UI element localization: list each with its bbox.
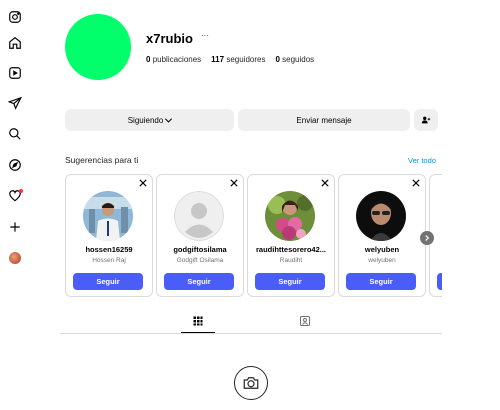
suggestion-avatar[interactable] (174, 191, 224, 241)
reels-icon[interactable] (7, 65, 23, 81)
grid-icon (193, 316, 203, 326)
posts-stat[interactable]: 0 publicaciones (146, 55, 201, 64)
create-icon[interactable] (7, 219, 23, 235)
suggestion-username[interactable]: hossen16259 (66, 245, 152, 254)
suggestion-fullname: Hossen Raj (92, 257, 126, 264)
tagged-icon (300, 316, 310, 326)
suggestion-fullname: Raudiht (279, 257, 303, 264)
suggestions-title: Sugerencias para ti (65, 155, 139, 165)
suggestion-card[interactable]: godgiftosilama Godgift Osilama Seguir (156, 174, 244, 297)
heart-icon[interactable] (7, 188, 23, 204)
profile-username: x7rubio (146, 31, 193, 46)
suggestion-username[interactable]: raudihttesorero42... (248, 245, 334, 254)
explore-icon[interactable] (7, 157, 23, 173)
follow-button[interactable]: Seguir (346, 273, 416, 290)
follow-button[interactable] (437, 273, 442, 290)
chevron-down-icon (165, 115, 173, 123)
notification-dot (19, 189, 23, 193)
close-icon[interactable] (230, 179, 238, 187)
suggestion-avatar[interactable] (83, 191, 133, 241)
suggestions-carousel: hossen16259 Hossen Raj Seguir godgiftosi… (65, 174, 442, 298)
sidebar (0, 0, 30, 410)
profile-stats: 0 publicaciones 117 seguidores 0 seguido… (146, 55, 314, 64)
following-button[interactable]: Siguiendo (65, 109, 234, 131)
suggestion-card[interactable]: welyuben welyuben Seguir (338, 174, 426, 297)
tab-tagged[interactable] (298, 314, 312, 328)
suggestion-username[interactable]: godgiftosilama (157, 245, 243, 254)
suggestion-fullname: welyuben (368, 257, 396, 264)
suggestion-username[interactable]: welyuben (339, 245, 425, 254)
instagram-logo-icon[interactable] (7, 9, 23, 25)
tabs-divider (60, 333, 442, 334)
suggestion-card[interactable]: hossen16259 Hossen Raj Seguir (65, 174, 153, 297)
profile-avatar-icon[interactable] (7, 250, 23, 266)
see-all-link[interactable]: Ver todo (408, 156, 436, 165)
suggestion-avatar[interactable] (265, 191, 315, 241)
active-tab-indicator (181, 332, 215, 333)
add-user-icon (421, 116, 431, 124)
chevron-right-icon[interactable] (420, 231, 434, 245)
search-icon[interactable] (7, 126, 23, 142)
suggestion-avatar[interactable] (356, 191, 406, 241)
tab-posts[interactable] (191, 314, 205, 328)
following-stat[interactable]: 0 seguidos (275, 55, 314, 64)
profile-avatar[interactable] (65, 14, 131, 80)
more-options-icon[interactable]: ··· (201, 31, 209, 40)
close-icon[interactable] (412, 179, 420, 187)
camera-icon (234, 366, 268, 400)
follow-button[interactable]: Seguir (255, 273, 325, 290)
send-message-button[interactable]: Enviar mensaje (238, 109, 410, 131)
add-user-button[interactable] (414, 109, 438, 131)
send-icon[interactable] (7, 95, 23, 111)
followers-stat[interactable]: 117 seguidores (211, 55, 265, 64)
close-icon[interactable] (321, 179, 329, 187)
close-icon[interactable] (139, 179, 147, 187)
follow-button[interactable]: Seguir (73, 273, 143, 290)
suggestion-fullname: Godgift Osilama (176, 257, 224, 264)
suggestion-card[interactable]: raudihttesorero42... Raudiht Seguir (247, 174, 335, 297)
home-icon[interactable] (7, 35, 23, 51)
follow-button[interactable]: Seguir (164, 273, 234, 290)
